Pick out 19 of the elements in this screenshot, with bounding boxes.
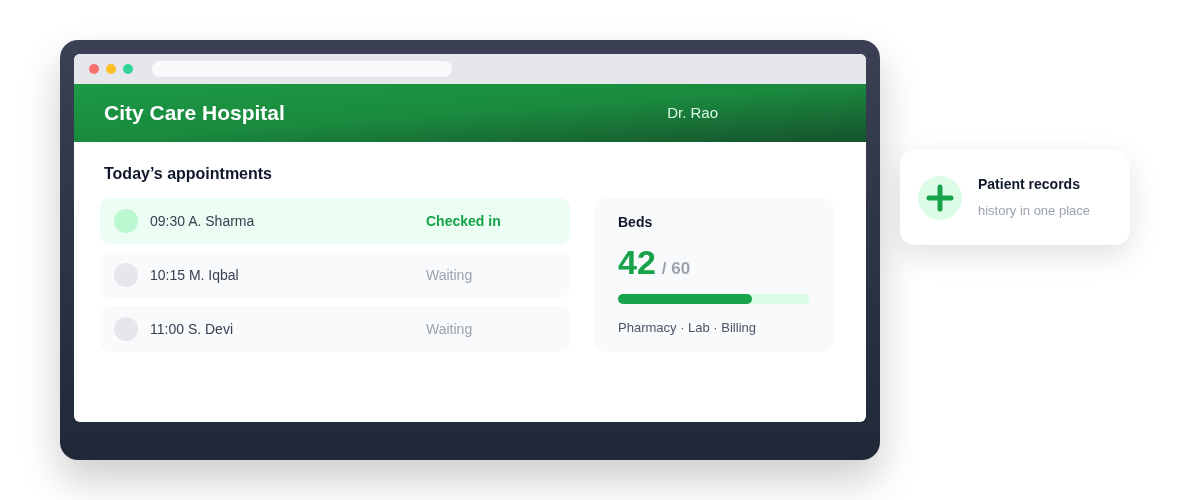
user-name[interactable]: Dr. Rao (667, 101, 718, 125)
appointment-text: 11:00 S. Devi (150, 319, 233, 339)
beds-total: / 60 (661, 258, 691, 280)
departments-text: Pharmacy · Lab · Billing (618, 319, 757, 337)
beds-title: Beds (618, 213, 654, 232)
appointment-status: Waiting (426, 265, 474, 285)
appointment-text: 09:30 A. Sharma (150, 211, 255, 231)
appointment-status: Waiting (426, 319, 474, 339)
appointment-row[interactable]: 11:00 S. Devi Waiting (100, 306, 570, 352)
appointment-text: 10:15 M. Iqbal (150, 265, 239, 285)
app-title: City Care Hospital (104, 100, 285, 127)
section-title: Today’s appointments (104, 164, 273, 184)
beds-count: 42 (618, 242, 656, 283)
appointment-status: Checked in (426, 211, 502, 231)
card-title: Patient records (978, 175, 1081, 195)
plus-icon (918, 175, 962, 220)
card-subtitle: history in one place (978, 202, 1090, 221)
appointment-row[interactable]: 10:15 M. Iqbal Waiting (100, 252, 570, 298)
appointment-row[interactable]: 09:30 A. Sharma Checked in (100, 198, 570, 244)
